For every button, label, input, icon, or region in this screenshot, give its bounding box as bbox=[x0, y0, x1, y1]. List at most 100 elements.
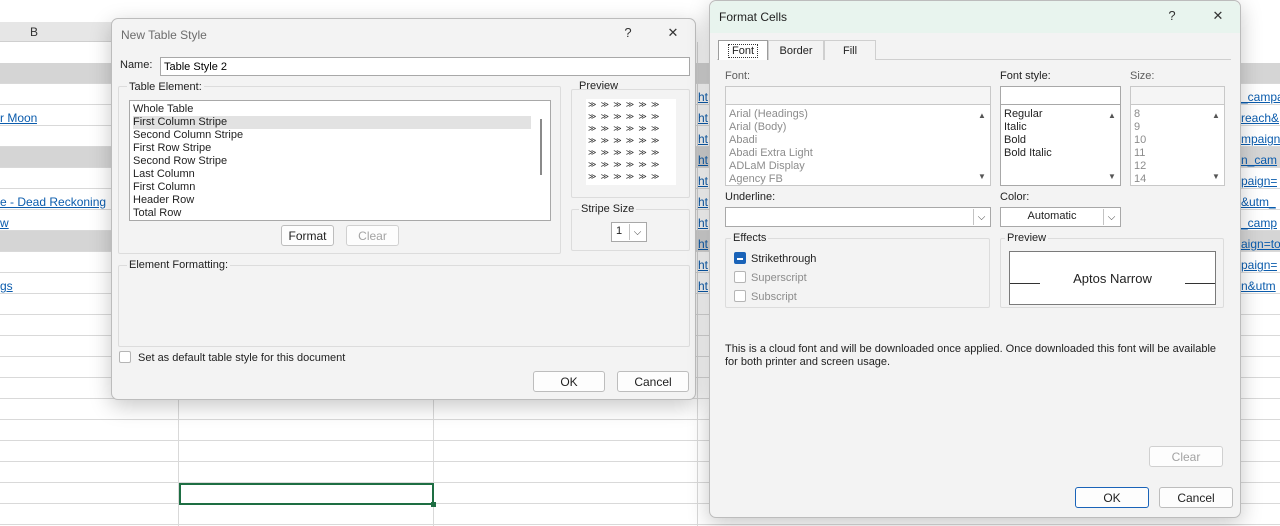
cell-link[interactable]: reach& bbox=[1241, 111, 1279, 125]
column-header-label: B bbox=[29, 24, 38, 39]
size-label: Size: bbox=[1130, 70, 1155, 82]
list-item[interactable]: 14 bbox=[1134, 173, 1146, 186]
list-item[interactable]: Last Column bbox=[133, 168, 195, 181]
selected-cell[interactable] bbox=[179, 483, 434, 505]
cell-link[interactable]: ht bbox=[698, 174, 708, 188]
cell-link[interactable]: ht bbox=[698, 237, 708, 251]
color-select[interactable]: Automatic ⌵ bbox=[1000, 207, 1121, 227]
cell-link[interactable]: ht bbox=[698, 90, 708, 104]
font-style-input[interactable] bbox=[1000, 86, 1121, 105]
cell-link[interactable]: ht bbox=[698, 111, 708, 125]
list-item[interactable]: Italic bbox=[1004, 121, 1027, 134]
list-item[interactable]: 10 bbox=[1134, 134, 1146, 147]
list-item[interactable]: Second Column Stripe bbox=[133, 129, 243, 142]
cell-link[interactable]: w bbox=[0, 216, 9, 230]
list-item[interactable]: Arial (Body) bbox=[729, 121, 786, 134]
fill-handle[interactable] bbox=[431, 502, 436, 507]
tab-font[interactable]: Font bbox=[718, 40, 768, 60]
format-button[interactable]: Format bbox=[281, 225, 334, 246]
list-item[interactable]: First Column bbox=[133, 181, 195, 194]
list-item[interactable]: Abadi Extra Light bbox=[729, 147, 813, 160]
clear-button-label: Clear bbox=[358, 228, 387, 243]
name-field[interactable] bbox=[160, 57, 690, 76]
cell-link[interactable]: ht bbox=[698, 216, 708, 230]
cell-link[interactable]: mpaign bbox=[1241, 132, 1280, 146]
stripe-size-select[interactable]: 1 ⌵ bbox=[611, 222, 647, 242]
table-element-list[interactable]: Whole Table First Column Stripe Second C… bbox=[129, 100, 551, 221]
cell-link[interactable]: gs bbox=[0, 279, 13, 293]
strikethrough-checkbox[interactable] bbox=[734, 252, 746, 264]
cell-link[interactable]: _campa bbox=[1241, 90, 1280, 104]
scroll-up-icon[interactable]: ▲ bbox=[977, 111, 987, 120]
cell-link[interactable]: ht bbox=[698, 153, 708, 167]
cell-link[interactable]: ht bbox=[698, 279, 708, 293]
scroll-down-icon[interactable]: ▼ bbox=[977, 172, 987, 181]
list-item[interactable]: Abadi bbox=[729, 134, 757, 147]
underline-label: Underline: bbox=[725, 191, 776, 203]
scroll-down-icon[interactable]: ▼ bbox=[1107, 172, 1117, 181]
list-item[interactable]: Second Row Stripe bbox=[133, 155, 227, 168]
cell-link[interactable]: e - Dead Reckoning bbox=[0, 195, 106, 209]
dialog-titlebar[interactable] bbox=[710, 1, 1240, 33]
superscript-checkbox[interactable] bbox=[734, 271, 746, 283]
subscript-checkbox[interactable] bbox=[734, 290, 746, 302]
cell-link[interactable]: paign= bbox=[1241, 174, 1277, 188]
cancel-button[interactable]: Cancel bbox=[617, 371, 689, 392]
cell-link[interactable]: ht bbox=[698, 132, 708, 146]
list-item[interactable]: Agency FB bbox=[729, 173, 783, 186]
ok-button-label: OK bbox=[1103, 490, 1121, 505]
chevron-down-icon[interactable]: ⌵ bbox=[1103, 209, 1119, 225]
list-item[interactable]: Bold Italic bbox=[1004, 147, 1052, 160]
clear-button[interactable]: Clear bbox=[346, 225, 399, 246]
list-item[interactable]: First Row Stripe bbox=[133, 142, 211, 155]
list-item[interactable]: Arial (Headings) bbox=[729, 108, 808, 121]
list-item[interactable]: First Column Stripe bbox=[133, 116, 531, 129]
scroll-down-icon[interactable]: ▼ bbox=[1211, 172, 1221, 181]
underline-select[interactable]: ⌵ bbox=[725, 207, 991, 227]
tab-fill[interactable]: Fill bbox=[824, 40, 876, 60]
help-icon[interactable]: ? bbox=[618, 25, 638, 40]
effects-label: Effects bbox=[731, 232, 769, 244]
help-icon[interactable]: ? bbox=[1162, 8, 1182, 23]
ok-button[interactable]: OK bbox=[1075, 487, 1149, 508]
cell-link[interactable]: paign= bbox=[1241, 258, 1277, 272]
cell-link[interactable]: n&utm bbox=[1241, 279, 1276, 293]
size-input[interactable] bbox=[1130, 86, 1225, 105]
list-item[interactable]: Bold bbox=[1004, 134, 1026, 147]
cell-link[interactable]: r Moon bbox=[0, 111, 37, 125]
ok-button[interactable]: OK bbox=[533, 371, 605, 392]
dialog-title: New Table Style bbox=[121, 28, 207, 42]
list-item[interactable]: 12 bbox=[1134, 160, 1146, 173]
list-item[interactable]: ADLaM Display bbox=[729, 160, 805, 173]
tab-border[interactable]: Border bbox=[768, 40, 824, 60]
close-icon[interactable]: ✕ bbox=[1208, 8, 1228, 24]
list-item[interactable]: 8 bbox=[1134, 108, 1140, 121]
font-input[interactable] bbox=[725, 86, 991, 105]
cell-link[interactable]: &utm_ bbox=[1241, 195, 1276, 209]
font-list[interactable]: Arial (Headings) Arial (Body) Abadi Abad… bbox=[725, 104, 991, 186]
default-style-checkbox[interactable] bbox=[119, 351, 131, 363]
list-item[interactable]: Total Row bbox=[133, 207, 181, 220]
chevron-down-icon[interactable]: ⌵ bbox=[973, 209, 989, 225]
scrollbar-thumb[interactable] bbox=[540, 119, 542, 175]
subscript-label: Subscript bbox=[751, 291, 797, 303]
cell-link[interactable]: aign=to bbox=[1241, 237, 1280, 251]
cancel-button[interactable]: Cancel bbox=[1159, 487, 1233, 508]
list-item[interactable]: Regular bbox=[1004, 108, 1043, 121]
chevron-down-icon[interactable]: ⌵ bbox=[629, 224, 645, 240]
size-list[interactable]: 8 9 10 11 12 14 ▲ ▼ bbox=[1130, 104, 1225, 186]
scroll-up-icon[interactable]: ▲ bbox=[1107, 111, 1117, 120]
tab-border-label: Border bbox=[779, 44, 813, 57]
scroll-up-icon[interactable]: ▲ bbox=[1211, 111, 1221, 120]
cell-link[interactable]: n_cam bbox=[1241, 153, 1277, 167]
cell-link[interactable]: _camp bbox=[1241, 216, 1277, 230]
list-item[interactable]: Header Row bbox=[133, 194, 194, 207]
cell-link[interactable]: ht bbox=[698, 195, 708, 209]
close-icon[interactable]: ✕ bbox=[663, 25, 683, 41]
list-item[interactable]: 11 bbox=[1134, 147, 1145, 160]
list-item[interactable]: 9 bbox=[1134, 121, 1140, 134]
font-style-list[interactable]: Regular Italic Bold Bold Italic ▲ ▼ bbox=[1000, 104, 1121, 186]
cell-link[interactable]: ht bbox=[698, 258, 708, 272]
list-item[interactable]: Whole Table bbox=[133, 103, 193, 116]
clear-button[interactable]: Clear bbox=[1149, 446, 1223, 467]
